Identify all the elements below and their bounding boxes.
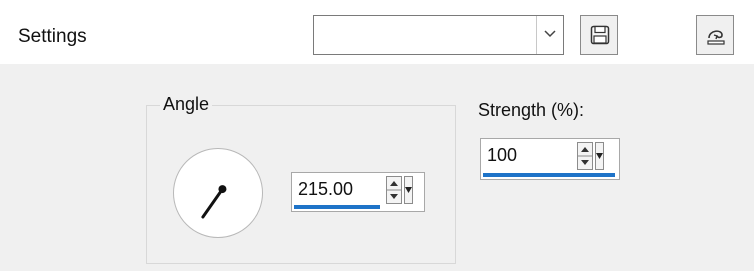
angle-focus-underline bbox=[294, 205, 380, 209]
flyout-arrow-icon bbox=[596, 153, 603, 159]
settings-toolbar: Settings bbox=[0, 0, 754, 64]
spin-arrows-icon bbox=[578, 147, 592, 165]
save-icon bbox=[590, 25, 610, 45]
settings-label: Settings bbox=[18, 26, 87, 47]
strength-focus-underline bbox=[483, 173, 615, 177]
angle-spin-box[interactable]: 215.00 bbox=[291, 172, 425, 212]
angle-spin-arrows[interactable] bbox=[386, 176, 402, 204]
chevron-down-icon bbox=[544, 30, 556, 38]
angle-flyout-button[interactable] bbox=[404, 176, 413, 204]
save-preset-button[interactable] bbox=[580, 15, 618, 55]
preset-dropdown-button[interactable] bbox=[536, 16, 563, 54]
strength-spin-arrows[interactable] bbox=[577, 142, 593, 170]
angle-value: 215.00 bbox=[298, 179, 354, 199]
settings-panel: Angle 215.00 Strength (%): 100 bbox=[0, 64, 754, 271]
preset-dropdown[interactable] bbox=[313, 15, 564, 55]
reset-icon bbox=[707, 30, 725, 45]
angle-dial-needle bbox=[201, 185, 227, 219]
strength-flyout-button[interactable] bbox=[595, 142, 604, 170]
spin-arrows-icon bbox=[387, 181, 401, 199]
angle-group-title: Angle bbox=[160, 94, 213, 115]
flyout-arrow-icon bbox=[405, 187, 412, 193]
strength-spin-box[interactable]: 100 bbox=[480, 138, 620, 180]
strength-label: Strength (%): bbox=[478, 100, 585, 120]
strength-value: 100 bbox=[487, 145, 518, 165]
angle-dial[interactable] bbox=[173, 148, 263, 238]
reset-defaults-button[interactable] bbox=[696, 15, 734, 55]
